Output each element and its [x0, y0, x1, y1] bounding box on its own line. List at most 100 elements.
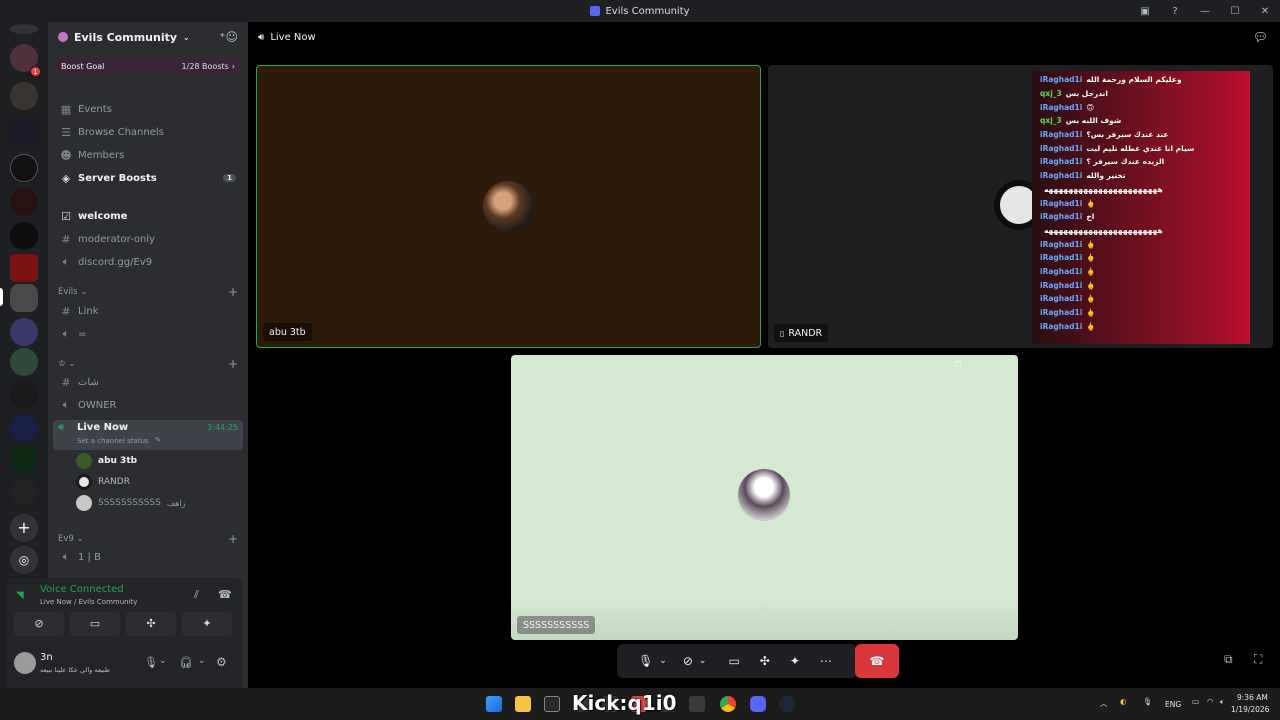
chat-icon[interactable]: 💬︎ [1253, 30, 1268, 44]
share-screen-button[interactable]: ▭ [70, 612, 120, 636]
discord-icon[interactable] [750, 696, 766, 712]
maximize-button[interactable]: ☐ [1220, 6, 1250, 17]
wifi-icon[interactable]: ◠ [1207, 697, 1214, 706]
microphone-icon[interactable]: 🎙︎ [144, 656, 158, 669]
chevron-down-icon[interactable]: ⌄ [659, 656, 667, 666]
category-ev9[interactable]: Ev9 ⌄ + [58, 532, 238, 546]
server-icon[interactable] [10, 188, 38, 216]
chevron-down-icon[interactable]: ⌄ [699, 656, 707, 666]
fullscreen-icon[interactable]: ⛶ [1254, 652, 1262, 667]
noise-suppression-icon[interactable]: ⫽ [194, 588, 199, 602]
participant-tile[interactable]: iRaghad1i وعليكم السلام ورحمة الله qxj_3 ان… [768, 65, 1273, 348]
channel-moderator-only[interactable]: # moderator-only [56, 229, 242, 249]
nav-browse-channels[interactable]: ☰ Browse Channels [56, 122, 242, 142]
more-icon[interactable]: ⋯ [820, 654, 832, 668]
add-channel-icon[interactable]: + [228, 532, 238, 546]
server-icon[interactable] [10, 222, 38, 250]
server-header[interactable]: Evils Community ⌄ ⁺☺ [48, 22, 248, 52]
discord-app-icon [590, 6, 601, 16]
help-icon[interactable]: ? [1160, 6, 1190, 17]
discover-icon[interactable]: ◎ [10, 546, 38, 574]
channel-link[interactable]: # Link [56, 301, 242, 321]
nav-members[interactable]: ☻ Members [56, 145, 242, 165]
minimize-button[interactable]: — [1190, 6, 1220, 17]
inbox-icon[interactable]: ▣ [1130, 6, 1160, 17]
channel-label: discord.gg/Ev9 [78, 256, 153, 268]
taskbar-app-icon[interactable] [689, 696, 705, 712]
activities-button[interactable]: ✣ [126, 612, 176, 636]
server-icon[interactable] [10, 446, 38, 474]
leave-call-button[interactable]: ☎ [855, 644, 899, 678]
server-icon[interactable] [10, 82, 38, 110]
voice-user[interactable]: abu 3tb [76, 453, 137, 469]
soundboard-icon[interactable]: ✦ [790, 654, 800, 668]
language-indicator[interactable]: ENG [1165, 700, 1181, 709]
voice-user[interactable]: RANDR [76, 474, 130, 490]
file-explorer-icon[interactable] [515, 696, 531, 712]
camera-off-icon[interactable]: ⊘ [683, 654, 693, 668]
boost-goal-bar[interactable]: Boost Goal 1/28 Boosts › [56, 58, 240, 74]
steam-icon[interactable] [779, 696, 795, 712]
server-icon[interactable] [10, 118, 38, 146]
channel-label: شات [78, 376, 99, 388]
toggle-camera-button[interactable]: ⊘ [14, 612, 64, 636]
microphone-icon[interactable]: 🎙︎ [638, 654, 653, 668]
chat-message: iRaghad1i 🙃 [1040, 100, 1245, 114]
server-icon[interactable] [10, 348, 38, 376]
category-evils[interactable]: Evils ⌄ + [58, 285, 238, 299]
voice-user[interactable]: SSSSSSSSSSS زاهف [76, 495, 185, 511]
popout-icon[interactable]: ⧉ [1224, 652, 1233, 667]
user-avatar[interactable] [14, 652, 36, 674]
channel-eq[interactable]: 🔈︎ = [56, 324, 242, 344]
activities-icon[interactable]: ✣ [760, 654, 770, 668]
channel-status-hint[interactable]: Set a channel status [77, 437, 149, 445]
nav-server-boosts[interactable]: ◈ Server Boosts 1 [56, 168, 242, 188]
add-server-icon[interactable]: + [10, 514, 38, 542]
server-icon[interactable] [10, 414, 38, 442]
chevron-down-icon[interactable]: ⌄ [198, 656, 206, 666]
add-channel-icon[interactable]: + [228, 357, 238, 371]
category-crown[interactable]: ♔ ⌄ + [58, 357, 238, 371]
participant-tile[interactable]: abu 3tb [256, 65, 761, 348]
windows-start-icon[interactable] [486, 696, 502, 712]
gear-icon[interactable]: ⚙ [216, 655, 227, 669]
server-icon[interactable] [10, 24, 38, 34]
channel-1b[interactable]: 🔈︎ 1 | B [56, 547, 242, 567]
participant-tile[interactable]: SSSSSSSSSSS [511, 355, 1018, 640]
tray-chevron-icon[interactable]: ︿ [1100, 698, 1108, 709]
soundboard-button[interactable]: ✦ [182, 612, 232, 636]
server-icon[interactable] [10, 318, 38, 346]
clock-time[interactable]: 9:36 AM [1237, 693, 1268, 702]
disconnect-icon[interactable]: ☎ [218, 588, 232, 601]
chevron-down-icon[interactable]: ⌄ [159, 656, 167, 666]
channel-chat[interactable]: # شات [56, 372, 242, 392]
tray-app-icon[interactable]: ◐ [1120, 697, 1127, 706]
chrome-icon[interactable] [720, 696, 736, 712]
windows-taskbar: Kick:q1i0 ︿ ◐ 🎙︎ ENG ▭ ◠ 🔈︎ 9:36 AM 1/19… [0, 688, 1280, 720]
volume-icon[interactable]: 🔈︎ [1220, 697, 1225, 707]
server-icon[interactable] [10, 478, 38, 506]
category-label: Ev9 [58, 534, 74, 544]
server-icon[interactable] [10, 254, 38, 282]
voice-connected-subtitle[interactable]: Live Now / Evils Community [40, 598, 137, 606]
pencil-icon[interactable]: ✎ [155, 436, 161, 444]
channel-owner[interactable]: 🔈︎ OWNER [56, 395, 242, 415]
store-icon[interactable] [544, 696, 560, 712]
channel-welcome[interactable]: ☑ welcome [56, 206, 242, 226]
channel-live-now[interactable]: 🔊︎ Live Now 3:44:25 Set a channel status… [53, 420, 243, 450]
share-screen-icon[interactable]: ▭ [728, 654, 739, 668]
nav-events[interactable]: ▦ Events [56, 99, 242, 119]
invite-people-icon[interactable]: ⁺☺ [219, 30, 238, 44]
headphones-icon[interactable]: 🎧︎ [179, 656, 193, 669]
display-icon[interactable]: ▭ [1192, 697, 1199, 706]
server-icon[interactable] [10, 380, 38, 408]
server-icon[interactable] [10, 284, 38, 312]
server-name: Evils Community [74, 30, 178, 44]
server-icon[interactable] [10, 154, 38, 182]
voice-connected-title[interactable]: Voice Connected [40, 584, 124, 595]
channel-invite[interactable]: 🔈︎ discord.gg/Ev9 [56, 252, 242, 272]
tray-mic-icon[interactable]: 🎙︎ [1143, 697, 1153, 706]
add-channel-icon[interactable]: + [228, 285, 238, 299]
close-button[interactable]: ✕ [1250, 6, 1280, 17]
clock-date[interactable]: 1/19/2026 [1231, 705, 1269, 714]
